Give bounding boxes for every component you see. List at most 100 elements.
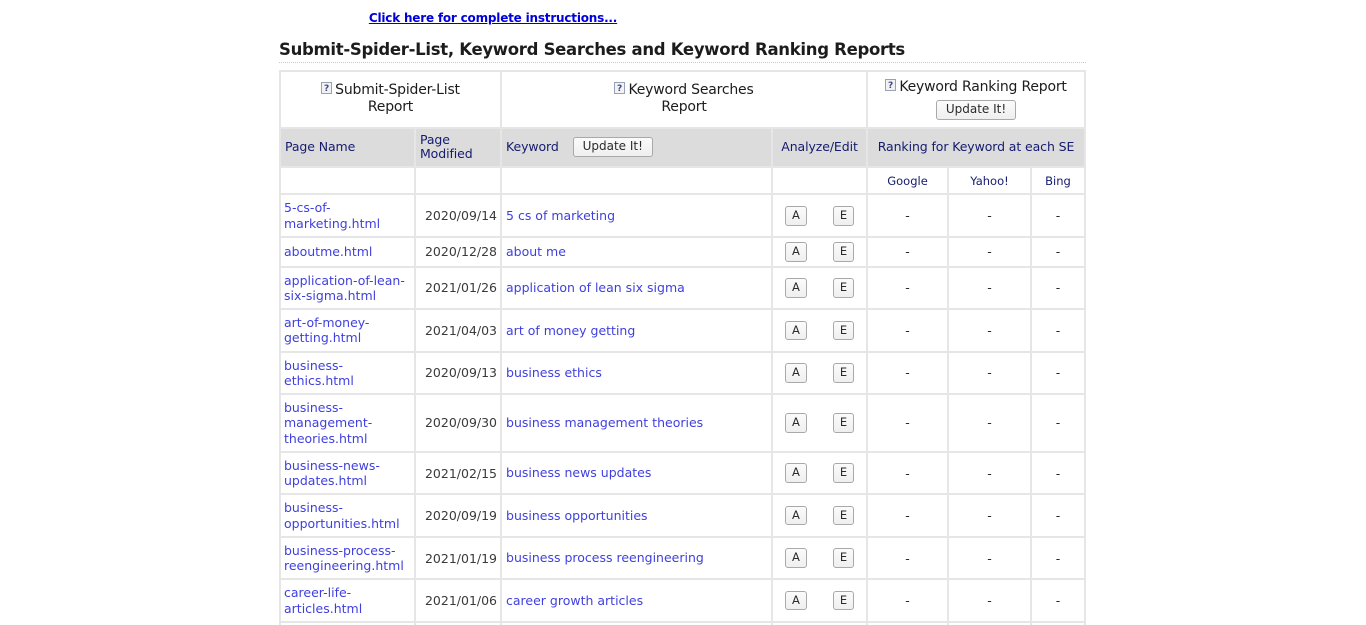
analyze-button[interactable]: A bbox=[784, 320, 807, 341]
cell-page-name: career-life-articles.html bbox=[279, 580, 416, 623]
page-name-link[interactable]: business-ethics.html bbox=[284, 358, 354, 388]
keyword-link[interactable]: 5 cs of marketing bbox=[506, 208, 615, 223]
edit-button[interactable]: E bbox=[832, 505, 855, 526]
cell-analyze-edit: AE bbox=[773, 310, 869, 353]
group-header-keyword-ranking-report: ? Keyword Ranking Report Update It! bbox=[868, 70, 1087, 129]
search-engine-header-yahoo: Yahoo! bbox=[949, 168, 1033, 196]
cell-analyze-edit: AE bbox=[773, 395, 869, 453]
cell-rank-bing: - bbox=[1032, 237, 1087, 268]
page-name-link[interactable]: business-management-theories.html bbox=[284, 400, 372, 446]
cell-keyword: 5 cs of marketing bbox=[502, 195, 774, 238]
analyze-button[interactable]: A bbox=[784, 413, 807, 433]
cell-rank-google: - bbox=[868, 580, 950, 623]
ranking-update-button[interactable]: Update It! bbox=[935, 99, 1017, 120]
cell-rank-google: - bbox=[868, 310, 950, 353]
cell-page-name: business-process-reengineering.html bbox=[279, 537, 416, 581]
cell-page-name: business-management-theories.html bbox=[279, 395, 416, 453]
page-name-link[interactable]: aboutme.html bbox=[284, 244, 372, 259]
group-header-label-line2: Report bbox=[661, 99, 707, 116]
keyword-link[interactable]: business opportunities bbox=[506, 508, 648, 523]
edit-button[interactable]: E bbox=[832, 278, 855, 298]
analyze-button[interactable]: A bbox=[784, 590, 807, 611]
analyze-button[interactable]: A bbox=[784, 363, 807, 383]
cell-keyword: career growth articles bbox=[502, 580, 774, 623]
blank-cell bbox=[416, 168, 503, 196]
cell-rank-bing: - bbox=[1032, 495, 1087, 538]
column-header-page-name: Page Name bbox=[279, 128, 416, 169]
cell-page-name: business-news-updates.html bbox=[279, 452, 416, 496]
page-name-link[interactable]: business-opportunities.html bbox=[284, 500, 400, 530]
cell-page-name: aboutme.html bbox=[279, 237, 416, 268]
analyze-button[interactable]: A bbox=[784, 241, 807, 262]
svg-text:?: ? bbox=[617, 84, 622, 94]
edit-button[interactable]: E bbox=[832, 363, 855, 383]
group-header-row: ? Submit-Spider-List Report ? Keyword Se… bbox=[279, 70, 1087, 129]
group-header-label-line2: Report bbox=[367, 99, 414, 116]
page-name-link[interactable]: business-process-reengineering.html bbox=[284, 543, 404, 573]
cell-keyword: application of lean six sigma bbox=[502, 267, 774, 311]
keyword-link[interactable]: business ethics bbox=[506, 365, 602, 380]
column-header-keyword: Keyword Update It! bbox=[502, 128, 774, 169]
keyword-link[interactable]: art of money getting bbox=[506, 323, 635, 338]
cell-rank-google: - bbox=[868, 495, 950, 538]
analyze-button[interactable]: A bbox=[784, 205, 807, 226]
keyword-link[interactable]: business management theories bbox=[506, 415, 703, 430]
edit-button[interactable]: E bbox=[832, 205, 855, 226]
keyword-link[interactable]: career growth articles bbox=[506, 593, 643, 608]
edit-button[interactable]: E bbox=[832, 320, 855, 341]
cell-rank-yahoo: - bbox=[949, 195, 1033, 238]
table-row: aboutme.html 2020/12/28 about me A E - - - bbox=[279, 237, 1087, 268]
cell-rank-bing: - bbox=[1032, 452, 1087, 496]
analyze-button[interactable]: A bbox=[784, 505, 807, 526]
reports-table: ? Submit-Spider-List Report ? Keyword Se… bbox=[279, 70, 1087, 625]
cell-page-modified: 2020/09/14 bbox=[416, 195, 503, 238]
edit-button[interactable]: E bbox=[832, 590, 855, 611]
cell-page-modified: 2021/02/15 bbox=[416, 452, 503, 496]
cell-keyword: business ethics bbox=[502, 352, 774, 396]
search-engine-header-bing: Bing bbox=[1032, 168, 1087, 196]
page-name-link[interactable]: business-news-updates.html bbox=[284, 458, 380, 488]
cell-rank-google: - bbox=[868, 452, 950, 496]
cell-keyword: about me bbox=[502, 237, 774, 268]
cell-page-modified: 2020/09/30 bbox=[416, 395, 503, 453]
search-engine-header-row: Google Yahoo! Bing bbox=[279, 168, 1087, 196]
blank-cell bbox=[279, 168, 416, 196]
analyze-button[interactable]: A bbox=[784, 278, 807, 298]
page-name-link[interactable]: art-of-money-getting.html bbox=[284, 315, 369, 345]
cell-rank-google: - bbox=[868, 267, 950, 311]
cell-analyze-edit: AE bbox=[773, 580, 869, 623]
cell-rank-google: - bbox=[868, 537, 950, 581]
edit-button[interactable]: E bbox=[832, 463, 855, 483]
table-row: art-of-money-getting.html 2021/04/03 art o… bbox=[279, 310, 1087, 353]
search-engine-header-google: Google bbox=[868, 168, 950, 196]
edit-button[interactable]: E bbox=[832, 548, 855, 568]
edit-button[interactable]: E bbox=[832, 413, 855, 433]
cell-rank-yahoo: - bbox=[949, 495, 1033, 538]
keyword-link[interactable]: business process reengineering bbox=[506, 550, 704, 565]
column-header-analyze-edit: Analyze/Edit bbox=[773, 128, 869, 169]
cell-page-modified: 2020/09/13 bbox=[416, 352, 503, 396]
complete-instructions-link[interactable]: Click here for complete instructions... bbox=[369, 11, 618, 25]
analyze-button[interactable]: A bbox=[784, 463, 807, 483]
page-name-link[interactable]: 5-cs-of-marketing.html bbox=[284, 200, 380, 230]
table-row: business-opportunities.html 2020/09/19 bus… bbox=[279, 495, 1087, 538]
keyword-update-button[interactable]: Update It! bbox=[572, 136, 653, 158]
cell-page-modified: 2020/12/28 bbox=[416, 237, 503, 268]
cell-rank-yahoo: - bbox=[949, 267, 1033, 311]
page-name-link[interactable]: career-life-articles.html bbox=[284, 585, 362, 615]
cell-analyze-edit: AE bbox=[773, 495, 869, 538]
blank-cell bbox=[502, 168, 774, 196]
analyze-button[interactable]: A bbox=[784, 548, 807, 568]
broken-image-icon: ? bbox=[321, 81, 333, 94]
table-row: 5-cs-of-marketing.html 2020/09/14 5 cs of … bbox=[279, 195, 1087, 238]
keyword-link[interactable]: application of lean six sigma bbox=[506, 280, 685, 295]
cell-rank-yahoo: - bbox=[949, 310, 1033, 353]
keyword-link[interactable]: business news updates bbox=[506, 465, 651, 480]
cell-keyword: business opportunities bbox=[502, 495, 774, 538]
edit-button[interactable]: E bbox=[832, 241, 855, 262]
svg-text:?: ? bbox=[888, 81, 893, 91]
group-header-submit-spider-list: ? Submit-Spider-List Report bbox=[279, 70, 503, 129]
cell-rank-bing: - bbox=[1032, 580, 1087, 623]
page-name-link[interactable]: application-of-lean-six-sigma.html bbox=[284, 273, 405, 303]
keyword-link[interactable]: about me bbox=[506, 244, 566, 259]
